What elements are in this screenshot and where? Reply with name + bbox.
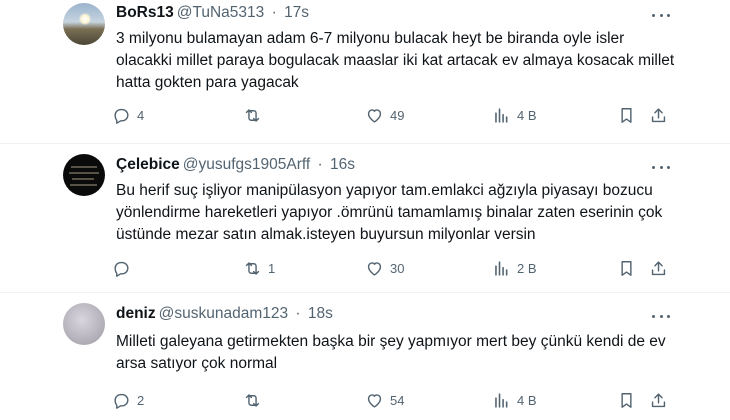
display-name[interactable]: Çelebice: [116, 156, 180, 173]
reply-button[interactable]: [112, 259, 137, 278]
tweet-header: BoRs13 @TuNa5313 · 17s: [116, 4, 309, 22]
bookmark-icon: [621, 261, 632, 276]
bookmark-button[interactable]: [617, 391, 636, 410]
timestamp[interactable]: 18s: [308, 305, 333, 322]
timestamp[interactable]: 16s: [330, 156, 355, 173]
views-icon: [495, 261, 508, 276]
avatar[interactable]: [63, 3, 105, 45]
more-icon[interactable]: [652, 309, 670, 323]
timestamp[interactable]: 17s: [284, 4, 309, 21]
like-icon: [367, 394, 382, 408]
retweet-button[interactable]: [243, 106, 268, 125]
separator-dot: ·: [295, 305, 301, 322]
reply-icon: [114, 108, 129, 124]
reply-icon: [114, 393, 129, 409]
like-count: 54: [390, 393, 405, 408]
reply-button[interactable]: 4: [112, 106, 144, 125]
separator-dot: ·: [317, 156, 323, 173]
avatar[interactable]: [63, 154, 105, 196]
more-icon[interactable]: [652, 160, 670, 174]
tweet-text: 3 milyonu bulamayan adam 6-7 milyonu bul…: [116, 30, 675, 91]
more-icon[interactable]: [652, 8, 670, 22]
views-icon: [495, 393, 508, 408]
share-icon: [651, 108, 666, 123]
share-icon: [651, 261, 666, 276]
display-name[interactable]: deniz: [116, 305, 156, 322]
views-icon: [495, 108, 508, 123]
retweet-icon: [245, 262, 260, 275]
reply-count: 4: [137, 108, 145, 123]
reply-count: 2: [137, 393, 145, 408]
like-count: 30: [390, 261, 405, 276]
bookmark-icon: [621, 108, 632, 123]
like-button[interactable]: 49: [365, 106, 404, 125]
reply-icon: [114, 261, 129, 277]
retweet-icon: [245, 109, 260, 122]
like-button[interactable]: 30: [365, 259, 404, 278]
separator-dot: ·: [271, 4, 277, 21]
like-icon: [367, 109, 382, 123]
share-icon: [651, 393, 666, 408]
tweet-text: Milleti galeyana getirmekten başka bir ş…: [116, 333, 666, 372]
user-handle[interactable]: @yusufgs1905Arff: [183, 156, 310, 173]
tweet[interactable]: Çelebice @yusufgs1905Arff · 16s Bu herif …: [0, 144, 730, 292]
like-count: 49: [390, 108, 405, 123]
tweet-feed: BoRs13 @TuNa5313 · 17s 3 milyonu bulamaya…: [0, 0, 730, 420]
views-button[interactable]: 4 B: [492, 106, 537, 125]
like-button[interactable]: 54: [365, 391, 404, 410]
retweet-count: 1: [268, 261, 276, 276]
bookmark-icon: [621, 393, 632, 408]
view-count: 4 B: [517, 108, 537, 123]
share-button[interactable]: [649, 259, 668, 278]
views-button[interactable]: 2 B: [492, 259, 537, 278]
bookmark-button[interactable]: [617, 259, 636, 278]
tweet-actions: 2 54 4 B: [112, 391, 682, 411]
like-icon: [367, 262, 382, 276]
bookmark-button[interactable]: [617, 106, 636, 125]
reply-button[interactable]: 2: [112, 391, 144, 410]
sun-decoration: [79, 13, 91, 25]
view-count: 4 B: [517, 393, 537, 408]
tweet[interactable]: deniz @suskunadam123 · 18s Milleti galeya…: [0, 293, 730, 420]
views-button[interactable]: 4 B: [492, 391, 537, 410]
view-count: 2 B: [517, 261, 537, 276]
avatar[interactable]: [63, 303, 105, 345]
retweet-icon: [245, 394, 260, 407]
tweet-actions: 1 30 2 B: [112, 259, 682, 279]
share-button[interactable]: [649, 106, 668, 125]
tweet[interactable]: BoRs13 @TuNa5313 · 17s 3 milyonu bulamaya…: [0, 0, 730, 142]
retweet-button[interactable]: [243, 391, 268, 410]
share-button[interactable]: [649, 391, 668, 410]
tweet-header: Çelebice @yusufgs1905Arff · 16s: [116, 156, 355, 174]
user-handle[interactable]: @TuNa5313: [177, 4, 265, 21]
display-name[interactable]: BoRs13: [116, 4, 174, 21]
tweet-actions: 4 49 4 B: [112, 106, 682, 126]
user-handle[interactable]: @suskunadam123: [159, 305, 288, 322]
tweet-header: deniz @suskunadam123 · 18s: [116, 305, 333, 323]
tweet-text: Bu herif suç işliyor manipülasyon yapıyo…: [116, 182, 663, 243]
retweet-button[interactable]: 1: [243, 259, 275, 278]
